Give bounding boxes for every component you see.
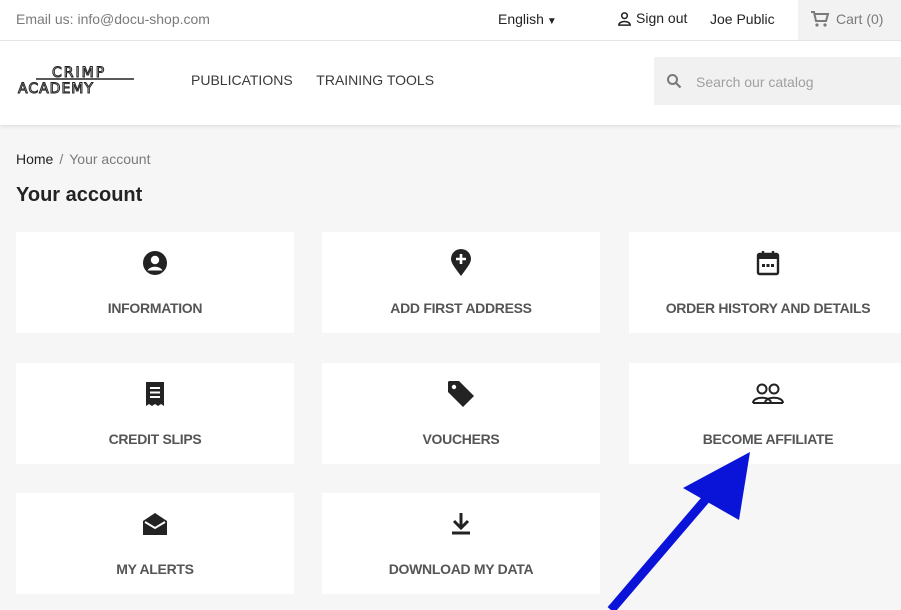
tile-add-first-address[interactable]: ADD FIRST ADDRESS: [322, 232, 600, 333]
top-bar: Email us: info@docu-shop.com English ▼ Si…: [0, 0, 901, 41]
tile-download-my-data[interactable]: DOWNLOAD MY DATA: [322, 493, 600, 594]
svg-text:ACADEMY: ACADEMY: [18, 81, 94, 97]
download-icon: [452, 513, 470, 535]
search-input[interactable]: [694, 71, 888, 93]
tile-order-history[interactable]: ORDER HISTORY AND DETAILS: [629, 232, 901, 333]
search-box: [654, 57, 901, 105]
breadcrumb-separator: /: [59, 151, 64, 167]
contact-email[interactable]: Email us: info@docu-shop.com: [16, 11, 210, 27]
user-icon: [618, 12, 631, 26]
tile-label: ORDER HISTORY AND DETAILS: [665, 300, 871, 316]
search-icon[interactable]: [666, 73, 682, 89]
nav-training-tools[interactable]: TRAINING TOOLS: [316, 72, 434, 88]
tile-label: ADD FIRST ADDRESS: [390, 300, 532, 316]
location-plus-icon: [451, 249, 471, 276]
svg-text:CRIMP: CRIMP: [52, 65, 106, 81]
tile-label: MY ALERTS: [116, 561, 194, 577]
tile-label: DOWNLOAD MY DATA: [388, 561, 534, 577]
receipt-icon: [146, 382, 164, 406]
language-selector[interactable]: English ▼: [498, 11, 557, 27]
tile-label: INFORMATION: [107, 300, 203, 316]
tile-my-alerts[interactable]: MY ALERTS: [16, 493, 294, 594]
cart-label: Cart (0): [836, 11, 884, 27]
tag-icon: [448, 381, 474, 407]
account-name-link[interactable]: Joe Public: [710, 11, 775, 27]
tile-become-affiliate[interactable]: BECOME AFFILIATE: [629, 363, 901, 464]
page-title: Your account: [16, 184, 143, 206]
cart-button[interactable]: Cart (0): [798, 0, 901, 40]
tile-information[interactable]: INFORMATION: [16, 232, 294, 333]
cart-icon: [811, 11, 830, 27]
calendar-icon: [756, 251, 780, 276]
tile-label: BECOME AFFILIATE: [702, 431, 834, 447]
site-header: CRIMP ACADEMY PUBLICATIONS TRAINING TOOL…: [0, 41, 901, 125]
tile-credit-slips[interactable]: CREDIT SLIPS: [16, 363, 294, 464]
breadcrumb-current: Your account: [69, 151, 151, 167]
tile-label: CREDIT SLIPS: [108, 431, 202, 447]
user-circle-icon: [143, 251, 167, 275]
breadcrumb-home[interactable]: Home: [16, 151, 53, 167]
language-label: English: [498, 11, 544, 27]
tile-label: VOUCHERS: [422, 431, 500, 447]
nav-publications[interactable]: PUBLICATIONS: [191, 72, 293, 88]
sign-out-link[interactable]: Sign out: [617, 10, 687, 26]
envelope-open-icon: [143, 513, 167, 535]
tile-vouchers[interactable]: VOUCHERS: [322, 363, 600, 464]
chevron-down-icon: ▼: [546, 16, 557, 27]
sign-out-label: Sign out: [636, 10, 688, 26]
logo[interactable]: CRIMP ACADEMY: [16, 63, 146, 102]
people-icon: [752, 383, 784, 404]
breadcrumb: Home / Your account: [16, 151, 150, 167]
main-nav: PUBLICATIONS TRAINING TOOLS: [191, 72, 454, 88]
